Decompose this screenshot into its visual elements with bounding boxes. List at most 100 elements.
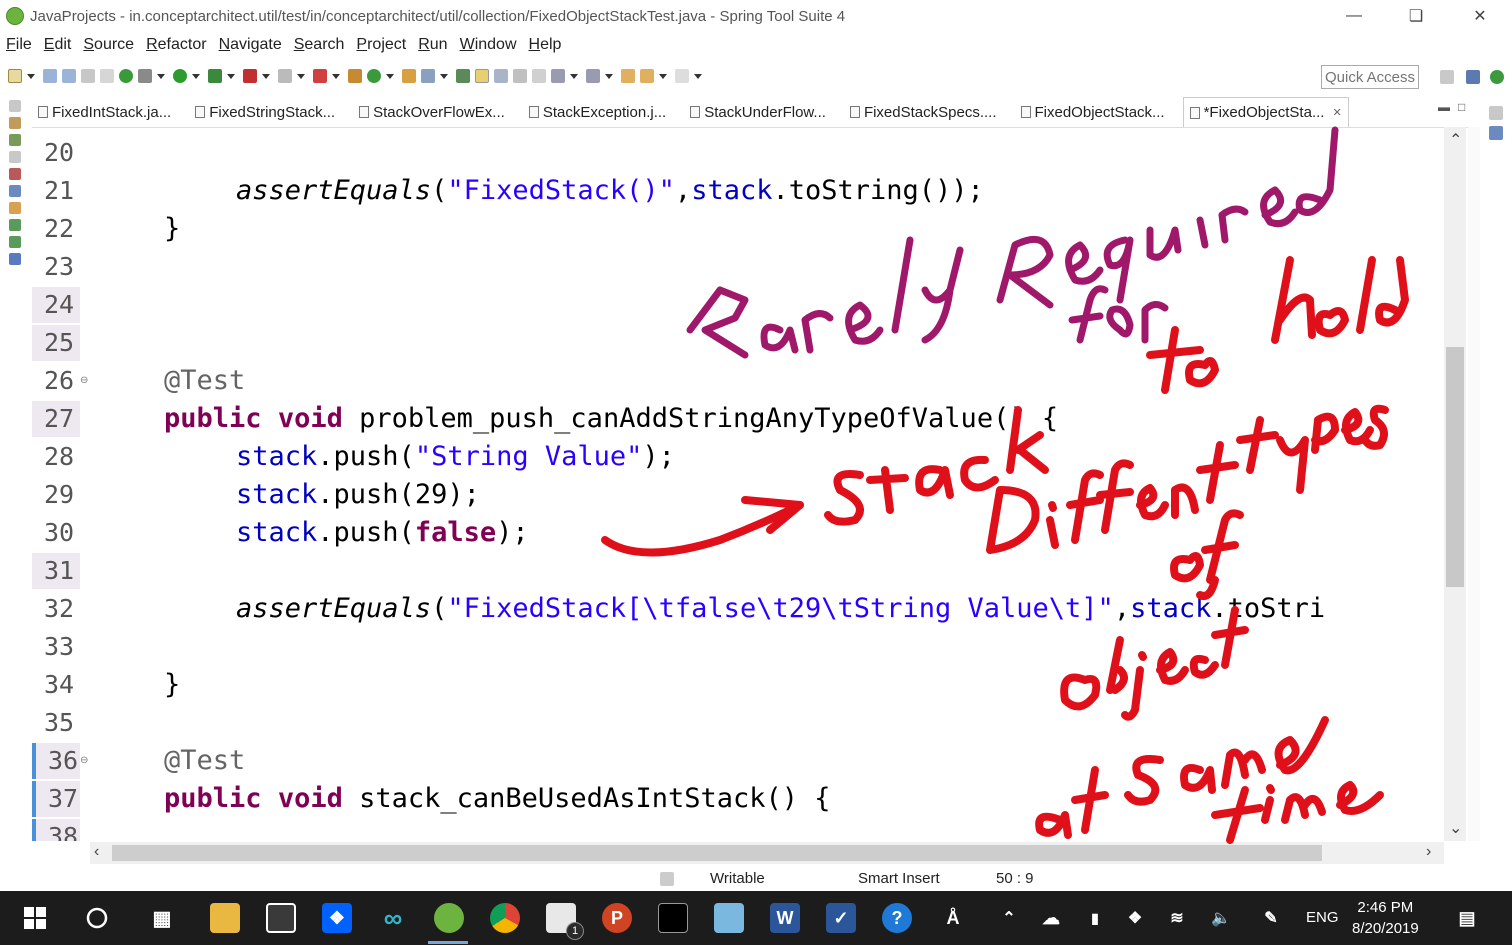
chevron-down-icon[interactable]	[570, 73, 578, 79]
whitespace-icon[interactable]	[532, 69, 546, 83]
chevron-down-icon[interactable]	[297, 73, 305, 79]
pen-icon[interactable]: ✎	[1256, 903, 1286, 933]
close-button[interactable]: ✕	[1448, 0, 1512, 32]
word-wrap-icon[interactable]	[513, 69, 527, 83]
windows-start-icon[interactable]	[20, 903, 50, 933]
vscode-icon[interactable]: ✓	[826, 903, 856, 933]
dropbox-tray-icon[interactable]: ❖	[1120, 903, 1150, 933]
chevron-down-icon[interactable]	[192, 73, 200, 79]
new-icon[interactable]	[8, 69, 22, 83]
spring-boot-icon[interactable]	[119, 69, 133, 83]
java-perspective-icon[interactable]	[1466, 70, 1480, 84]
close-icon[interactable]: ✕	[1332, 106, 1341, 119]
declaration-icon[interactable]	[9, 202, 21, 214]
horizontal-scrollbar[interactable]	[90, 842, 1444, 864]
mark-occurrences-icon[interactable]	[475, 69, 489, 83]
next-annotation-icon[interactable]	[551, 69, 565, 83]
restore-view-icon[interactable]	[9, 100, 21, 112]
notifications-icon[interactable]: ▤	[1452, 903, 1482, 933]
stop-icon[interactable]	[278, 69, 292, 83]
dropbox-icon[interactable]: ❖	[322, 903, 352, 933]
minimize-button[interactable]: —	[1322, 0, 1386, 32]
scroll-left-icon[interactable]: ‹	[94, 843, 99, 861]
previous-annotation-icon[interactable]	[586, 69, 600, 83]
forward-icon[interactable]	[675, 69, 689, 83]
back-icon[interactable]	[640, 69, 654, 83]
scrollbar-thumb[interactable]	[112, 845, 1322, 861]
console-icon[interactable]	[9, 219, 21, 231]
tab-fixedstringstack[interactable]: FixedStringStack...	[189, 104, 341, 121]
task-view-icon[interactable]: ▦	[147, 903, 177, 933]
battery-icon[interactable]: ▮	[1080, 903, 1110, 933]
spring-perspective-icon[interactable]	[1490, 70, 1504, 84]
menu-help[interactable]: Help	[523, 36, 568, 54]
overview-ruler[interactable]	[1468, 127, 1480, 841]
menu-source[interactable]: Source	[77, 36, 140, 54]
clock[interactable]: 2:46 PM 8/20/2019	[1352, 897, 1419, 939]
outline-icon[interactable]	[1489, 126, 1503, 140]
volume-icon[interactable]: 🔈	[1206, 903, 1236, 933]
menu-file[interactable]: File	[0, 36, 38, 54]
open-type-icon[interactable]	[402, 69, 416, 83]
search-icon[interactable]	[82, 903, 112, 933]
chevron-down-icon[interactable]	[386, 73, 394, 79]
chevron-down-icon[interactable]	[27, 73, 35, 79]
restore-view-icon[interactable]	[9, 151, 21, 163]
block-selection-icon[interactable]	[494, 69, 508, 83]
language-indicator[interactable]: ENG	[1306, 909, 1339, 926]
scroll-up-icon[interactable]: ⌃	[1449, 130, 1462, 150]
menu-edit[interactable]: Edit	[38, 36, 78, 54]
menu-run[interactable]: Run	[412, 36, 453, 54]
search-icon[interactable]	[421, 69, 435, 83]
restore-button[interactable]: ❏	[1384, 0, 1448, 32]
external-tools-icon[interactable]	[243, 69, 257, 83]
chevron-down-icon[interactable]	[262, 73, 270, 79]
javadoc-icon[interactable]	[9, 185, 21, 197]
chrome-icon[interactable]	[490, 903, 520, 933]
save-icon[interactable]	[43, 69, 57, 83]
scroll-down-icon[interactable]: ⌄	[1449, 818, 1462, 838]
terminal-icon[interactable]	[81, 69, 95, 83]
tab-fixedobjectstack[interactable]: FixedObjectStack...	[1015, 104, 1171, 121]
open-perspective-icon[interactable]	[1440, 70, 1454, 84]
menu-project[interactable]: Project	[350, 36, 412, 54]
menu-refactor[interactable]: Refactor	[140, 36, 212, 54]
skip-breakpoints-icon[interactable]	[100, 69, 114, 83]
chevron-down-icon[interactable]	[332, 73, 340, 79]
deploy-icon[interactable]	[313, 69, 327, 83]
tab-stackunderflow[interactable]: StackUnderFlow...	[684, 104, 832, 121]
menu-window[interactable]: Window	[454, 36, 523, 54]
wifi-icon[interactable]: ≋	[1162, 903, 1192, 933]
fold-icon[interactable]: ⊖	[80, 375, 88, 386]
store-icon[interactable]	[266, 903, 296, 933]
help-icon[interactable]: ?	[882, 903, 912, 933]
chevron-down-icon[interactable]	[440, 73, 448, 79]
notes-icon[interactable]	[714, 903, 744, 933]
word-icon[interactable]: W	[770, 903, 800, 933]
last-edit-icon[interactable]	[621, 69, 635, 83]
run-icon[interactable]	[173, 69, 187, 83]
fold-icon[interactable]: ⊖	[80, 755, 88, 766]
quick-access-input[interactable]	[1321, 65, 1419, 89]
chevron-down-icon[interactable]	[157, 73, 165, 79]
tab-fixedintstack[interactable]: FixedIntStack.ja...	[32, 104, 177, 121]
code-editor[interactable]: 20 21 22 23 24 25 26 27 28 29 30 31 32 3…	[32, 127, 1480, 841]
powerpoint-icon[interactable]: P	[602, 903, 632, 933]
new-package-icon[interactable]	[348, 69, 362, 83]
problems-icon[interactable]	[9, 168, 21, 180]
menu-navigate[interactable]: Navigate	[213, 36, 288, 54]
coverage-icon[interactable]	[208, 69, 222, 83]
tab-stackoverflowexception[interactable]: StackOverFlowEx...	[353, 104, 511, 121]
onedrive-icon[interactable]: ☁	[1036, 903, 1066, 933]
spring-tool-suite-icon[interactable]	[434, 903, 464, 933]
maximize-editor-icon[interactable]: □	[1458, 100, 1465, 114]
command-prompt-icon[interactable]	[658, 903, 688, 933]
people-icon[interactable]: Å	[938, 903, 968, 933]
chevron-up-icon[interactable]: ⌃	[994, 903, 1024, 933]
annotation-icon[interactable]	[456, 69, 470, 83]
package-explorer-icon[interactable]	[9, 117, 21, 129]
restore-view-icon[interactable]	[1489, 106, 1503, 120]
save-all-icon[interactable]	[62, 69, 76, 83]
chevron-down-icon[interactable]	[227, 73, 235, 79]
progress-icon[interactable]	[9, 236, 21, 248]
